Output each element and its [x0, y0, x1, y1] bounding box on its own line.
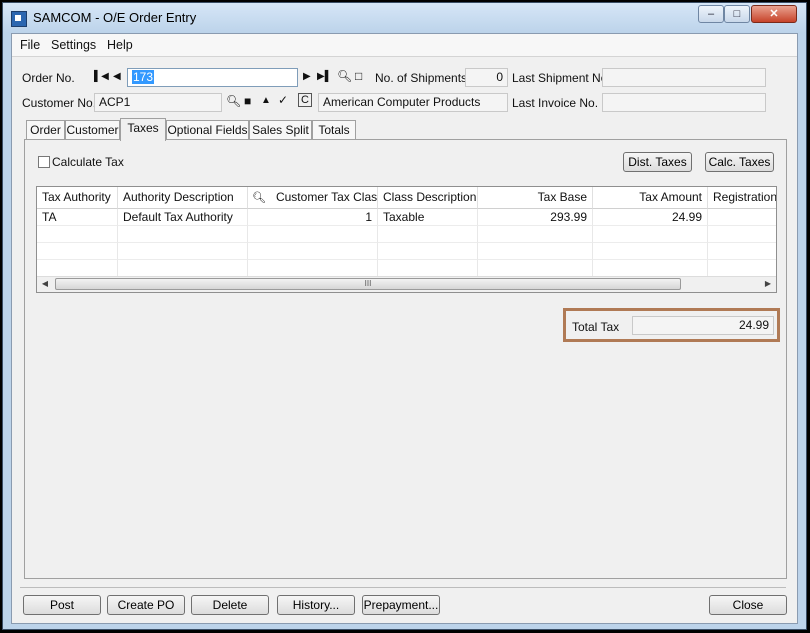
customer-document-icon[interactable]: ■	[244, 94, 251, 108]
col-customer-tax-class[interactable]: 🔍︎ Customer Tax Class	[248, 187, 378, 209]
cell-customer-tax-class[interactable]: 1	[248, 209, 378, 226]
menu-bar: File Settings Help	[12, 34, 797, 57]
dist-taxes-button[interactable]: Dist. Taxes	[623, 152, 692, 172]
shipments-label: No. of Shipments	[375, 71, 468, 85]
last-shipment-label: Last Shipment No.	[512, 71, 611, 85]
calculate-tax-checkbox[interactable]	[38, 156, 50, 168]
total-tax-label: Total Tax	[572, 320, 620, 334]
tab-taxes[interactable]: Taxes	[120, 118, 166, 141]
menu-settings[interactable]: Settings	[51, 38, 96, 52]
empty-cell[interactable]	[248, 260, 378, 277]
create-po-button[interactable]: Create PO	[107, 595, 185, 615]
tab-sales-split[interactable]: Sales Split	[249, 120, 312, 140]
title-bar[interactable]: SAMCOM - O/E Order Entry – □ ✕	[3, 3, 806, 33]
close-window-button[interactable]: ✕	[751, 5, 797, 23]
tab-customer[interactable]: Customer	[65, 120, 120, 140]
col-tax-authority[interactable]: Tax Authority	[37, 187, 118, 209]
empty-cell[interactable]	[708, 226, 776, 243]
empty-cell[interactable]	[37, 226, 118, 243]
close-button[interactable]: Close	[709, 595, 787, 615]
scroll-right-icon[interactable]: ▶	[761, 278, 775, 290]
empty-cell[interactable]	[248, 243, 378, 260]
col-customer-tax-class-label: Customer Tax Class	[275, 190, 378, 204]
tab-optional-fields[interactable]: Optional Fields	[166, 120, 249, 140]
empty-cell[interactable]	[118, 226, 248, 243]
empty-cell[interactable]	[118, 243, 248, 260]
last-invoice-label: Last Invoice No.	[512, 96, 599, 110]
empty-cell[interactable]	[593, 260, 708, 277]
horizontal-scrollbar[interactable]: ◀ III ▶	[37, 276, 776, 292]
empty-cell[interactable]	[478, 243, 593, 260]
customer-zoom-icon[interactable]: C	[298, 93, 312, 107]
shipments-value: 0	[465, 68, 508, 87]
maximize-button[interactable]: □	[724, 5, 750, 23]
empty-cell[interactable]	[708, 260, 776, 277]
tab-totals[interactable]: Totals	[312, 120, 356, 140]
empty-cell[interactable]	[378, 226, 478, 243]
scroll-thumb[interactable]: III	[55, 278, 681, 290]
empty-cell[interactable]	[378, 260, 478, 277]
empty-cell[interactable]	[378, 243, 478, 260]
customer-name-field: American Computer Products	[318, 93, 508, 112]
empty-cell[interactable]	[478, 226, 593, 243]
new-document-icon[interactable]: □	[355, 69, 362, 83]
cell-tax-base[interactable]: 293.99	[478, 209, 593, 226]
customer-no-label: Customer No.	[22, 96, 97, 110]
empty-cell[interactable]	[593, 243, 708, 260]
cell-tax-authority[interactable]: TA	[37, 209, 118, 226]
cell-class-description[interactable]: Taxable	[378, 209, 478, 226]
customer-finder-icon[interactable]: 🔍︎	[226, 94, 241, 108]
col-tax-amount[interactable]: Tax Amount	[593, 187, 708, 209]
col-registration[interactable]: Registration I	[708, 187, 776, 209]
customer-no-field: ACP1	[94, 93, 222, 112]
col-authority-description[interactable]: Authority Description	[118, 187, 248, 209]
empty-cell[interactable]	[478, 260, 593, 277]
app-icon	[11, 11, 27, 27]
finder-icon[interactable]: 🔍︎	[337, 69, 352, 83]
empty-cell[interactable]	[248, 226, 378, 243]
order-entry-window: SAMCOM - O/E Order Entry – □ ✕ File Sett…	[2, 2, 807, 630]
empty-cell[interactable]	[118, 260, 248, 277]
empty-cell[interactable]	[37, 260, 118, 277]
previous-record-icon[interactable]: ◀	[113, 71, 121, 82]
col-tax-base[interactable]: Tax Base	[478, 187, 593, 209]
calc-taxes-button[interactable]: Calc. Taxes	[705, 152, 774, 172]
check-credit-icon[interactable]: ✓	[278, 93, 288, 107]
first-record-icon[interactable]: ▌◀	[94, 71, 109, 82]
cell-authority-description[interactable]: Default Tax Authority	[118, 209, 248, 226]
tab-order[interactable]: Order	[26, 120, 65, 140]
post-button[interactable]: Post	[23, 595, 101, 615]
menu-help[interactable]: Help	[107, 38, 133, 52]
empty-cell[interactable]	[37, 243, 118, 260]
window-title: SAMCOM - O/E Order Entry	[33, 10, 197, 25]
tax-grid: Tax Authority Authority Description 🔍︎ Cu…	[36, 186, 777, 293]
cell-tax-amount[interactable]: 24.99	[593, 209, 708, 226]
total-tax-value: 24.99	[632, 316, 774, 335]
scroll-left-icon[interactable]: ◀	[38, 278, 52, 290]
menu-file[interactable]: File	[20, 38, 40, 52]
calculate-tax-label: Calculate Tax	[52, 155, 124, 169]
delete-button[interactable]: Delete	[191, 595, 269, 615]
order-no-label: Order No.	[22, 71, 75, 85]
history-button[interactable]: History...	[277, 595, 355, 615]
empty-cell[interactable]	[708, 243, 776, 260]
client-area: File Settings Help Order No. ▌◀ ◀ 173 ▶ …	[11, 33, 798, 624]
total-tax-highlight: Total Tax 24.99	[563, 308, 780, 342]
next-record-icon[interactable]: ▶	[303, 71, 311, 82]
last-invoice-field	[602, 93, 766, 112]
minimize-button[interactable]: –	[698, 5, 724, 23]
last-shipment-field	[602, 68, 766, 87]
column-finder-icon[interactable]: 🔍︎	[252, 192, 266, 204]
empty-cell[interactable]	[593, 226, 708, 243]
col-class-description[interactable]: Class Description	[378, 187, 478, 209]
prepayment-button[interactable]: Prepayment...	[362, 595, 440, 615]
order-no-input[interactable]: 173	[127, 68, 298, 87]
cell-registration[interactable]	[708, 209, 776, 226]
last-record-icon[interactable]: ▶▌	[317, 71, 332, 82]
drilldown-up-icon[interactable]: ▲	[261, 95, 271, 106]
